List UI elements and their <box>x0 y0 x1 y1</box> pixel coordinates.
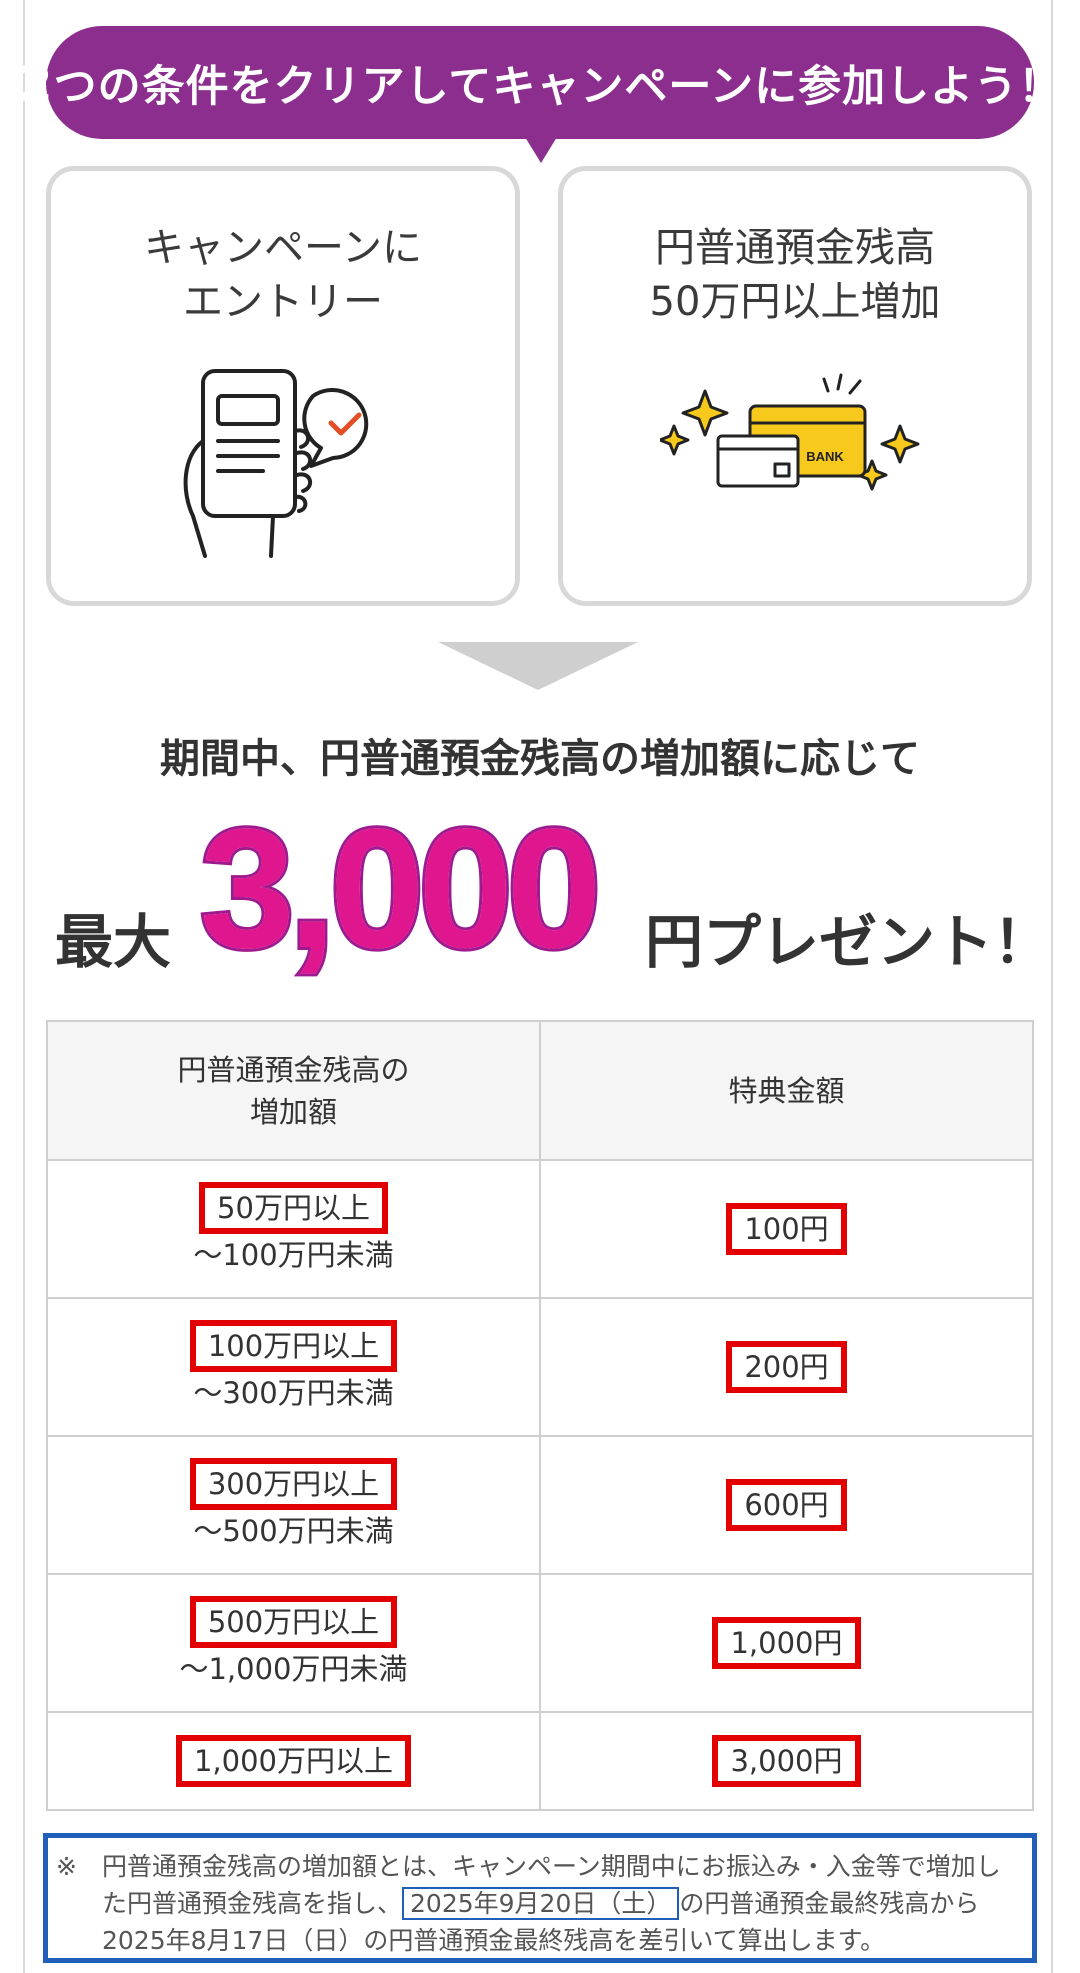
headline-prefix: 最大 <box>55 908 172 976</box>
range-to: 〜100万円未満 <box>193 1238 394 1272</box>
table-header-row: 円普通預金残高の 増加額 特典金額 <box>46 1020 1034 1161</box>
range-from: 1,000万円以上 <box>175 1735 412 1787</box>
footnote: ※ 円普通預金残高の増加額とは、キャンペーン期間中にお振込み・入金等で増加した円… <box>43 1833 1037 1963</box>
reward-table: 円普通預金残高の 増加額 特典金額 50万円以上〜100万円未満 100円 10… <box>46 1020 1034 1811</box>
table-row: 500万円以上〜1,000万円未満 1,000円 <box>46 1573 1034 1713</box>
reward-value: 3,000円 <box>712 1735 861 1787</box>
headline: 最大 3,000 円プレゼント！ <box>55 794 1051 984</box>
condition-card-balance: 円普通預金残高 50万円以上増加 BANK <box>558 166 1032 606</box>
reward-value: 600円 <box>726 1479 847 1531</box>
reward-value: 200円 <box>726 1341 847 1393</box>
reward-value: 100円 <box>726 1203 847 1255</box>
bank-card-sparkle-icon: BANK <box>660 373 920 491</box>
down-arrow-icon <box>438 642 638 690</box>
condition-card-entry: キャンペーンに エントリー <box>46 166 520 606</box>
banner-pointer <box>525 137 557 163</box>
table-row: 300万円以上〜500万円未満 600円 <box>46 1435 1034 1575</box>
table-row: 100万円以上〜300万円未満 200円 <box>46 1297 1034 1437</box>
footnote-mark: ※ <box>56 1852 77 1881</box>
table-row: 50万円以上〜100万円未満 100円 <box>46 1159 1034 1299</box>
table-row: 1,000万円以上 3,000円 <box>46 1711 1034 1811</box>
headline-amount: 3,000 <box>197 794 604 984</box>
campaign-conditions-banner: 2つの条件をクリアしてキャンペーンに参加しよう！ <box>18 26 1061 139</box>
reward-value: 1,000円 <box>712 1617 861 1669</box>
range-from: 300万円以上 <box>189 1458 398 1510</box>
banner-number: 2 <box>17 54 54 113</box>
range-to: 〜1,000万円未満 <box>179 1652 408 1686</box>
range-from: 500万円以上 <box>189 1596 398 1648</box>
range-from: 50万円以上 <box>199 1182 388 1234</box>
bank-card-label: BANK <box>806 449 844 464</box>
condition-title-balance: 円普通預金残高 50万円以上増加 <box>649 225 941 325</box>
headline-lead: 期間中、円普通預金残高の増加額に応じて <box>160 736 920 782</box>
header-increase-amount: 円普通預金残高の 増加額 <box>46 1020 541 1161</box>
range-to: 〜300万円未満 <box>193 1376 394 1410</box>
range-from: 100万円以上 <box>189 1320 398 1372</box>
header-reward-amount: 特典金額 <box>539 1020 1034 1161</box>
headline-suffix: 円プレゼント！ <box>645 908 1052 976</box>
footnote-end-date: 2025年9月20日（土） <box>402 1887 680 1920</box>
smartphone-check-icon <box>183 369 369 558</box>
range-to: 〜500万円未満 <box>193 1514 394 1548</box>
banner-text: つの条件をクリアしてキャンペーンに参加しよう！ <box>53 61 1063 112</box>
condition-title-entry: キャンペーンに エントリー <box>144 225 422 325</box>
